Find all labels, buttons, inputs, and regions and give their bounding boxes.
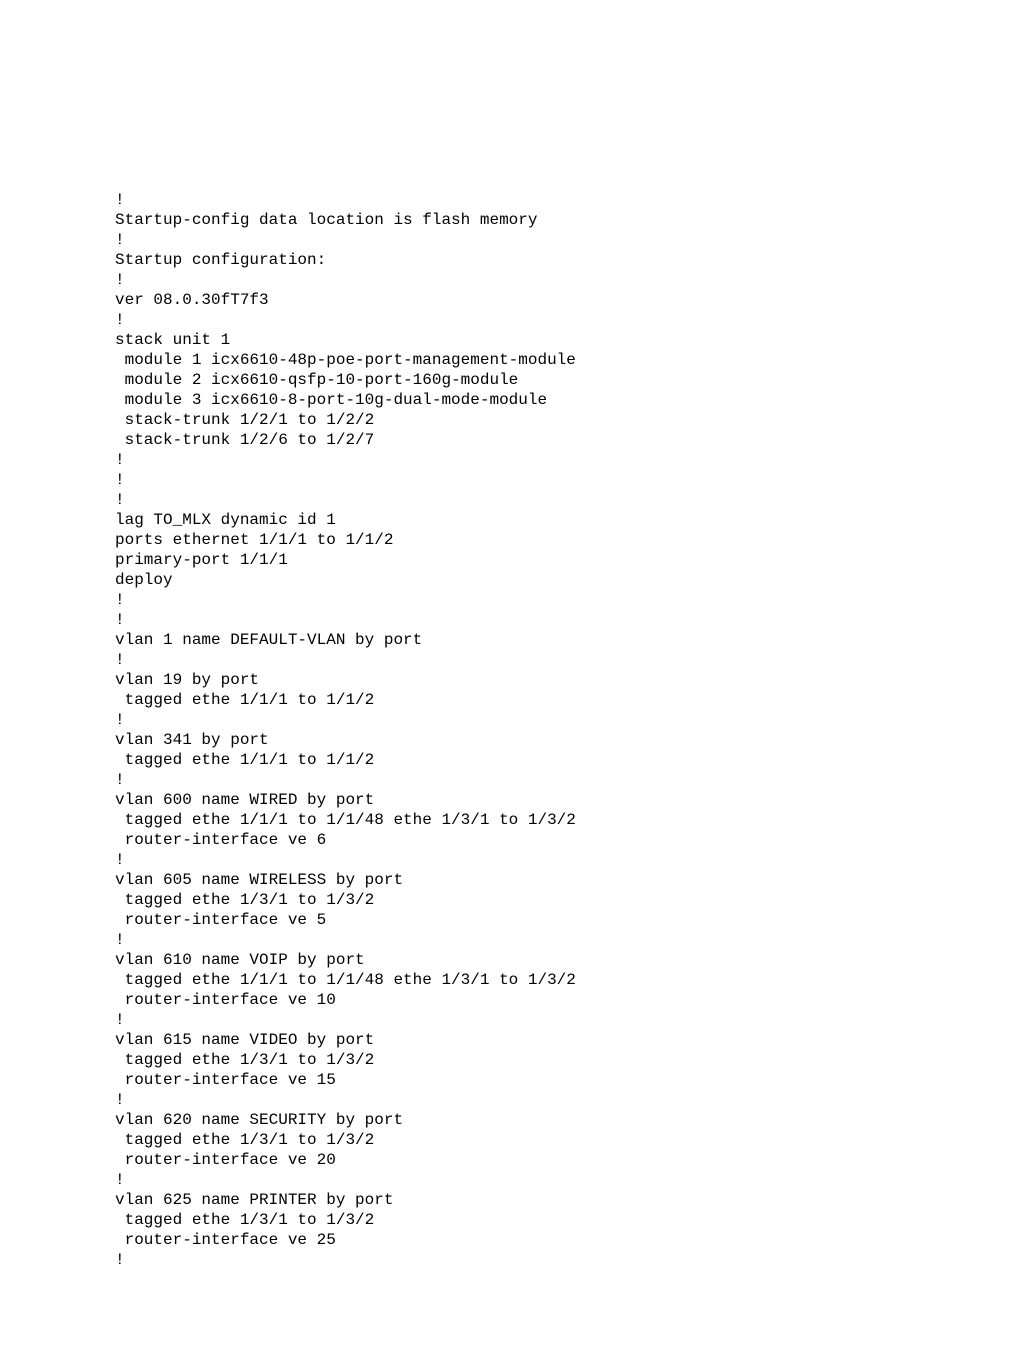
config-output: ! Startup-config data location is flash … bbox=[115, 190, 905, 1270]
